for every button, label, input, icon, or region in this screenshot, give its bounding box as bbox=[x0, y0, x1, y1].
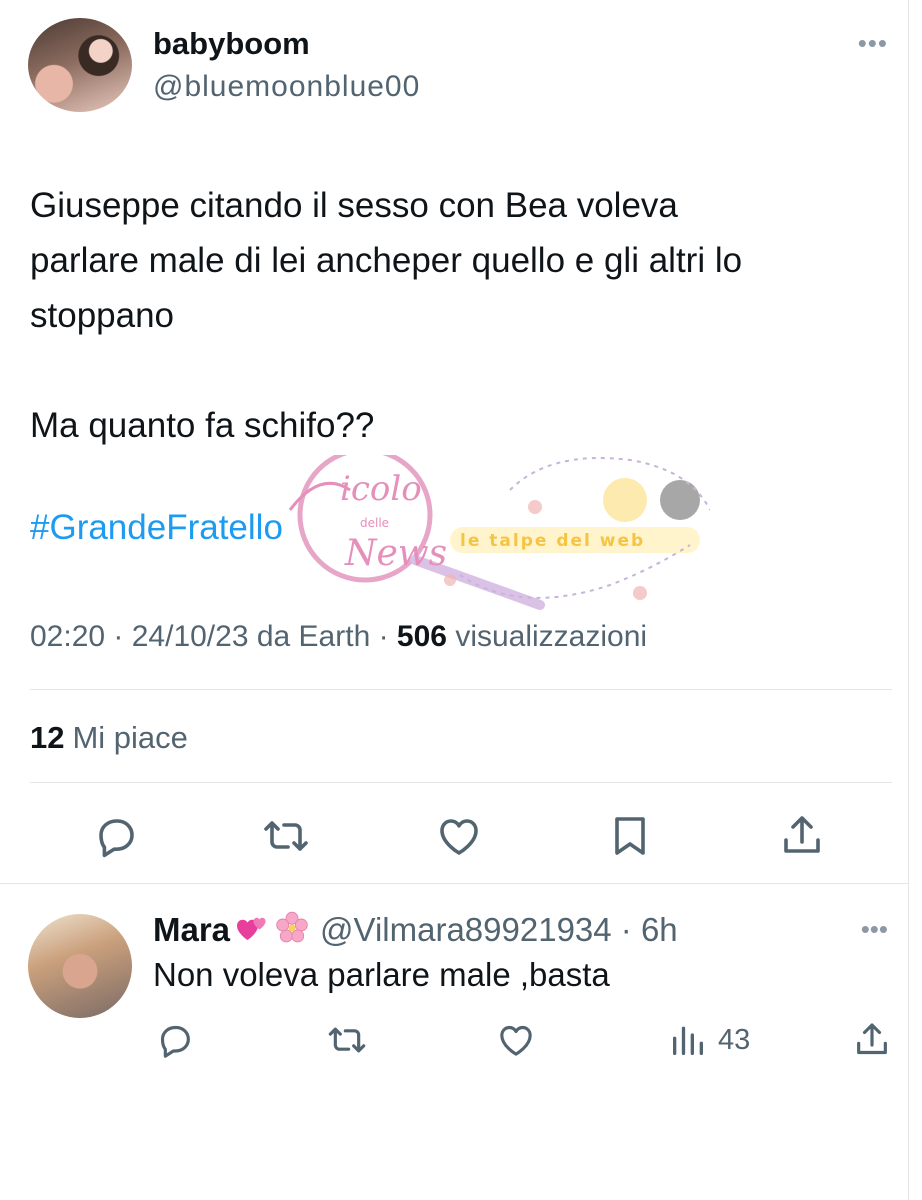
view-count: 506 bbox=[396, 620, 447, 653]
watermark-text-mid: delle bbox=[360, 516, 389, 530]
bookmark-icon[interactable] bbox=[606, 812, 654, 860]
author-avatar[interactable] bbox=[28, 18, 132, 112]
author-display-name[interactable]: babyboom bbox=[153, 26, 310, 62]
divider bbox=[30, 689, 892, 690]
divider bbox=[30, 782, 892, 783]
likes-count: 12 bbox=[30, 720, 65, 755]
reply-handle-time[interactable]: @Vilmara89921934 · 6h bbox=[320, 911, 678, 948]
retweet-icon[interactable] bbox=[262, 812, 310, 860]
views-icon[interactable] bbox=[668, 1020, 708, 1060]
watermark-text-bottom: News bbox=[344, 533, 447, 574]
author-handle[interactable]: @bluemoonblue00 bbox=[153, 70, 420, 104]
reply-header: Mara @Vilmara89921934 · 6h bbox=[153, 910, 678, 949]
reply-icon[interactable] bbox=[155, 1020, 195, 1060]
watermark-logo: icolo delle News le talpe del web bbox=[288, 455, 710, 610]
likes-label: Mi piace bbox=[72, 720, 188, 755]
divider bbox=[0, 883, 908, 884]
tweet-text-line: parlare male di lei ancheper quello e gl… bbox=[30, 241, 743, 280]
like-icon[interactable] bbox=[496, 1020, 536, 1060]
scrollbar-track[interactable] bbox=[908, 0, 922, 1200]
hearts-emoji bbox=[237, 917, 266, 940]
watermark-text-top: icolo bbox=[340, 469, 422, 509]
view-count-label: visualizzazioni bbox=[446, 620, 648, 653]
tweet-text: Giuseppe citando il sesso con Bea voleva… bbox=[30, 178, 890, 453]
reply-author-avatar[interactable] bbox=[28, 914, 132, 1018]
hashtag-link[interactable]: #GrandeFratello bbox=[30, 508, 283, 548]
reply-text: Non voleva parlare male ,basta bbox=[153, 956, 610, 993]
share-icon[interactable] bbox=[852, 1020, 892, 1060]
watermark-banner-text: le talpe del web bbox=[460, 531, 645, 551]
tweet-text-line: Giuseppe citando il sesso con Bea voleva bbox=[30, 186, 678, 225]
reply-display-name[interactable]: Mara bbox=[153, 911, 230, 948]
more-horizontal-icon[interactable]: ••• bbox=[861, 914, 888, 945]
tweet-timestamp[interactable]: 02:20 · 24/10/23 da Earth · bbox=[30, 620, 397, 653]
tweet-meta: 02:20 · 24/10/23 da Earth · 506 visualiz… bbox=[30, 620, 647, 654]
retweet-icon[interactable] bbox=[327, 1020, 367, 1060]
likes-summary[interactable]: 12 Mi piace bbox=[30, 720, 188, 756]
cherry-blossom-emoji bbox=[276, 911, 308, 943]
share-icon[interactable] bbox=[778, 812, 826, 860]
reply-view-count: 43 bbox=[718, 1024, 751, 1056]
tweet-text-line: stoppano bbox=[30, 296, 175, 335]
like-icon[interactable] bbox=[435, 812, 483, 860]
more-horizontal-icon[interactable]: ••• bbox=[858, 28, 888, 59]
tweet-text-line: Ma quanto fa schifo?? bbox=[30, 406, 375, 445]
reply-icon[interactable] bbox=[92, 812, 140, 860]
